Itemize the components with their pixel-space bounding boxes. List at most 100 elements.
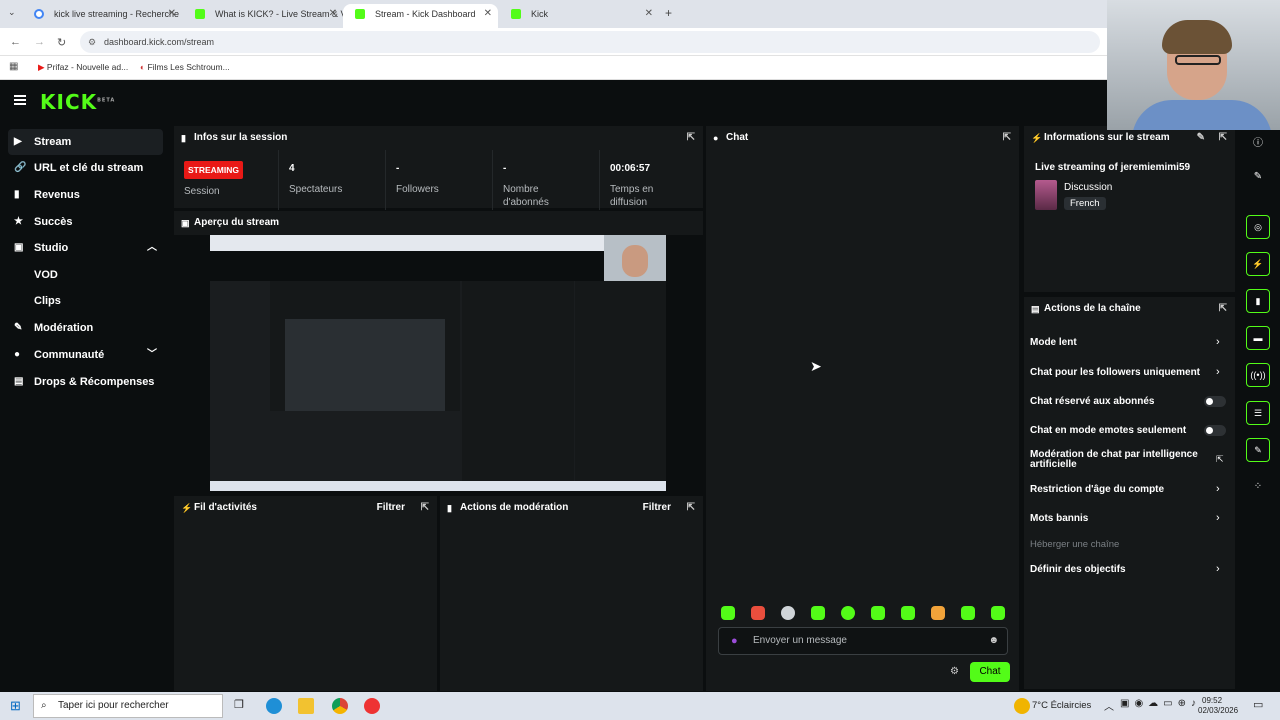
preview-taskbar <box>210 481 666 491</box>
browser-tab[interactable]: Kick ✕ <box>499 4 659 28</box>
chevron-right-icon[interactable]: › <box>1216 512 1220 524</box>
popout-icon[interactable]: ⇱ <box>687 496 695 520</box>
actions-icon: ▤ <box>1031 304 1040 314</box>
reload-icon[interactable]: ↻ <box>57 36 66 49</box>
external-link-icon[interactable]: ⇱ <box>1216 454 1224 465</box>
chevron-right-icon[interactable]: › <box>1216 366 1220 378</box>
action-ai-moderation[interactable]: Modération de chat par intelligence arti… <box>1030 450 1205 470</box>
apps-grid-icon[interactable]: ▦ <box>9 61 18 72</box>
url-field[interactable]: ⚙ dashboard.kick.com/stream <box>80 31 1100 53</box>
emote-icon[interactable] <box>721 606 735 620</box>
logo-text: KICK <box>40 90 98 114</box>
emote-icon[interactable] <box>961 606 975 620</box>
browser-tab[interactable]: kick live streaming - Recherche ✕ <box>22 4 182 28</box>
close-tab-icon[interactable]: ✕ <box>168 4 176 24</box>
emote-icon[interactable] <box>871 606 885 620</box>
emotes-only-toggle[interactable] <box>1204 425 1226 436</box>
tab-title: What is KICK? - Live Stream & V <box>215 9 343 19</box>
bookmark-item[interactable]: ▶ Prifaz - Nouvelle ad... <box>38 62 128 73</box>
emote-icon[interactable] <box>811 606 825 620</box>
edit-icon[interactable]: ✎ <box>1246 171 1270 191</box>
chrome-icon[interactable] <box>332 698 348 714</box>
stat-label: Followers <box>396 184 439 195</box>
close-tab-icon[interactable]: ✕ <box>645 4 653 24</box>
action-set-goals[interactable]: Définir des objectifs <box>1030 564 1126 575</box>
emote-icon[interactable] <box>781 606 795 620</box>
forward-icon[interactable]: → <box>34 36 45 48</box>
preview-icon: ▣ <box>181 218 190 228</box>
sidebar: ▶ Stream 🔗 URL et clé du stream ▮ Revenus ★… <box>0 125 170 690</box>
subscribers-only-toggle[interactable] <box>1204 396 1226 407</box>
action-banned-words[interactable]: Mots bannis <box>1030 513 1088 524</box>
new-tab-icon[interactable]: + <box>665 6 672 20</box>
action-followers-only-chat[interactable]: Chat pour les followers uniquement <box>1030 367 1200 378</box>
chevron-right-icon[interactable]: › <box>1216 563 1220 575</box>
stream-preview-video[interactable] <box>210 235 666 491</box>
file-explorer-icon[interactable] <box>298 698 314 714</box>
back-icon[interactable]: ← <box>10 36 21 48</box>
menu-icon[interactable] <box>14 95 26 105</box>
studio-icon: ▣ <box>14 242 24 253</box>
chat-message-input[interactable]: ● Envoyer un message ☻ <box>718 627 1008 655</box>
browser-tab[interactable]: What is KICK? - Live Stream & V ✕ <box>183 4 343 28</box>
sidebar-item-moderation[interactable]: ✎ Modération <box>8 315 163 341</box>
moderation-actions-panel: ▮ Actions de modération Filtrer ⇱ <box>439 495 704 692</box>
rail-button-chat[interactable]: ▬ <box>1246 326 1270 350</box>
windows-start-icon[interactable]: ⊞ <box>10 698 21 714</box>
rail-button-boost[interactable]: ⚡ <box>1246 252 1270 276</box>
sidebar-item-clips[interactable]: Clips <box>26 288 61 314</box>
emote-icon[interactable] <box>991 606 1005 620</box>
emote-icon[interactable] <box>901 606 915 620</box>
sidebar-item-stream[interactable]: ▶ Stream <box>8 129 163 155</box>
site-info-icon[interactable]: ⚙ <box>88 31 96 53</box>
info-icon[interactable]: ⓘ <box>1246 134 1270 154</box>
notifications-icon[interactable]: ▭ <box>1253 698 1263 711</box>
sidebar-item-label: Communauté <box>34 349 105 361</box>
emote-icon[interactable] <box>931 606 945 620</box>
action-age-restriction[interactable]: Restriction d'âge du compte <box>1030 484 1164 495</box>
popout-icon[interactable]: ⇱ <box>1219 297 1227 321</box>
sidebar-item-succes[interactable]: ★ Succès <box>8 209 163 235</box>
taskbar-search[interactable]: ⌕ Taper ici pour rechercher <box>33 694 223 718</box>
broadcast-icon: ((•)) <box>1250 370 1266 380</box>
browser-tab-active[interactable]: Stream - Kick Dashboard ✕ <box>343 4 498 28</box>
chevron-right-icon[interactable]: › <box>1216 336 1220 348</box>
chat-settings-icon[interactable]: ⚙ <box>950 666 959 677</box>
more-icon[interactable]: ⁘ <box>1246 481 1270 501</box>
sidebar-item-vod[interactable]: VOD <box>26 262 58 288</box>
system-tray-icons[interactable]: ▣◉☁▭⊕♪ <box>1120 698 1201 709</box>
emoji-icon[interactable]: ☻ <box>988 628 999 654</box>
emote-icon[interactable] <box>841 606 855 620</box>
kick-logo[interactable]: KICKBETA <box>40 90 115 114</box>
emote-icon[interactable] <box>751 606 765 620</box>
popout-icon[interactable]: ⇱ <box>1003 126 1011 150</box>
close-tab-icon[interactable]: ✕ <box>329 4 337 24</box>
chevron-right-icon[interactable]: › <box>1216 483 1220 495</box>
task-view-icon[interactable]: ❐ <box>234 698 244 711</box>
rail-button-tools[interactable]: ✎ <box>1246 438 1270 462</box>
popout-icon[interactable]: ⇱ <box>687 126 695 150</box>
stat-followers: - Followers <box>386 150 493 210</box>
tab-search-chevron-icon[interactable]: ⌄ <box>8 7 16 18</box>
sidebar-item-revenus[interactable]: ▮ Revenus <box>8 182 163 208</box>
sidebar-item-url[interactable]: 🔗 URL et clé du stream <box>8 155 163 181</box>
close-tab-icon[interactable]: ✕ <box>484 4 492 24</box>
rail-button-clip[interactable]: ◎ <box>1246 215 1270 239</box>
sidebar-item-studio[interactable]: ▣ Studio ︿ <box>8 235 163 261</box>
rail-button-list[interactable]: ☰ <box>1246 401 1270 425</box>
panel-title: Aperçu du stream <box>194 217 280 228</box>
action-slow-mode[interactable]: Mode lent <box>1030 337 1077 348</box>
microphone-icon[interactable]: ● <box>731 628 738 654</box>
rail-button-poll[interactable]: ▮ <box>1246 289 1270 313</box>
chat-send-button[interactable]: Chat <box>970 662 1010 682</box>
bookmark-item[interactable]: ◐ Films Les Schtroum... <box>140 62 230 72</box>
popout-icon[interactable]: ⇱ <box>421 496 429 520</box>
filter-button[interactable]: Filtrer <box>377 496 405 520</box>
obs-icon[interactable] <box>364 698 380 714</box>
tray-chevron-icon[interactable]: ︿ <box>1104 698 1114 713</box>
sidebar-item-drops[interactable]: ▤ Drops & Récompenses <box>8 369 163 395</box>
filter-button[interactable]: Filtrer <box>643 496 671 520</box>
sidebar-item-communaute[interactable]: ● Communauté ﹀ <box>8 342 163 368</box>
rail-button-broadcast[interactable]: ((•)) <box>1246 363 1270 387</box>
edge-icon[interactable] <box>266 698 282 714</box>
